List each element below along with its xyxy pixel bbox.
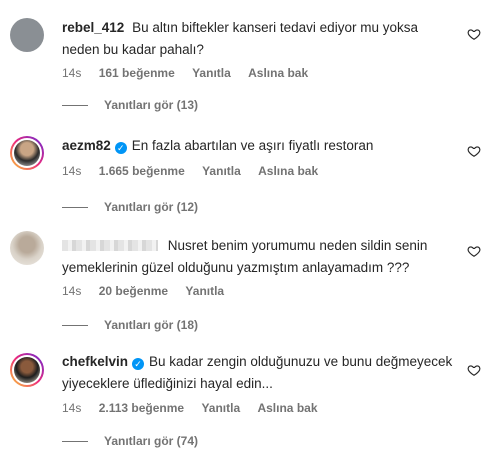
comment-time[interactable]: 14s: [62, 401, 81, 415]
comment-likes[interactable]: 20 beğenme: [99, 284, 168, 298]
comment-meta: 14s 1.665 beğenme Yanıtla Aslına bak: [62, 164, 332, 178]
avatar[interactable]: [10, 18, 44, 52]
reply-button[interactable]: Yanıtla: [185, 284, 224, 298]
avatar-image: [14, 357, 40, 383]
view-replies-button[interactable]: Yanıtları gör (12): [62, 200, 198, 214]
avatar[interactable]: [10, 231, 44, 265]
comment-body: chefkelvin ✓ Bu kadar zengin olduğunuzu ve…: [62, 351, 458, 395]
see-translation-button[interactable]: Aslına bak: [248, 66, 308, 80]
avatar-inner: [12, 138, 42, 168]
comment-meta: 14s 2.113 beğenme Yanıtla Aslına bak: [62, 401, 332, 415]
comment-username[interactable]: chefkelvin: [62, 354, 128, 369]
reply-button[interactable]: Yanıtla: [202, 164, 241, 178]
replies-divider: [62, 440, 88, 442]
view-replies-button[interactable]: Yanıtları gör (13): [62, 98, 198, 112]
replies-divider: [62, 324, 88, 326]
reply-button[interactable]: Yanıtla: [192, 66, 231, 80]
comment-meta: 14s 161 beğenme Yanıtla Aslına bak: [62, 66, 322, 80]
comment-username[interactable]: rebel_412: [62, 20, 124, 35]
comment-username[interactable]: aezm82: [62, 138, 111, 153]
verified-check-icon: ✓: [114, 142, 127, 154]
comment-meta: 14s 20 beğenme Yanıtla: [62, 284, 238, 298]
comment-likes[interactable]: 1.665 beğenme: [99, 164, 185, 178]
comment-text: En fazla abartılan ve aşırı fiyatlı rest…: [131, 138, 374, 153]
comment-body: Nusret benim yorumumu neden sildin senin…: [62, 235, 458, 279]
view-replies-label[interactable]: Yanıtları gör (18): [104, 318, 198, 332]
comment-time[interactable]: 14s: [62, 284, 81, 298]
view-replies-label[interactable]: Yanıtları gör (13): [104, 98, 198, 112]
view-replies-label[interactable]: Yanıtları gör (74): [104, 434, 198, 448]
heart-outline-icon[interactable]: [467, 363, 481, 377]
replies-divider: [62, 206, 88, 208]
heart-outline-icon[interactable]: [467, 27, 481, 41]
see-translation-button[interactable]: Aslına bak: [258, 164, 318, 178]
heart-outline-icon[interactable]: [467, 244, 481, 258]
comment-body: aezm82 ✓ En fazla abartılan ve aşırı fiyat…: [62, 135, 458, 157]
redacted-username: [62, 240, 158, 251]
avatar-inner: [12, 355, 42, 385]
avatar-image: [14, 140, 40, 166]
heart-outline-icon[interactable]: [467, 144, 481, 158]
replies-divider: [62, 104, 88, 106]
reply-button[interactable]: Yanıtla: [201, 401, 240, 415]
view-replies-label[interactable]: Yanıtları gör (12): [104, 200, 198, 214]
view-replies-button[interactable]: Yanıtları gör (18): [62, 318, 198, 332]
view-replies-button[interactable]: Yanıtları gör (74): [62, 434, 198, 448]
comment-likes[interactable]: 2.113 beğenme: [99, 401, 184, 415]
comment-time[interactable]: 14s: [62, 164, 81, 178]
see-translation-button[interactable]: Aslına bak: [257, 401, 317, 415]
comment-likes[interactable]: 161 beğenme: [99, 66, 175, 80]
avatar[interactable]: [10, 353, 44, 387]
comment-time[interactable]: 14s: [62, 66, 81, 80]
avatar[interactable]: [10, 136, 44, 170]
verified-check-icon: ✓: [132, 358, 145, 370]
comment-body: rebel_412 Bu altın biftekler kanseri ted…: [62, 17, 458, 61]
